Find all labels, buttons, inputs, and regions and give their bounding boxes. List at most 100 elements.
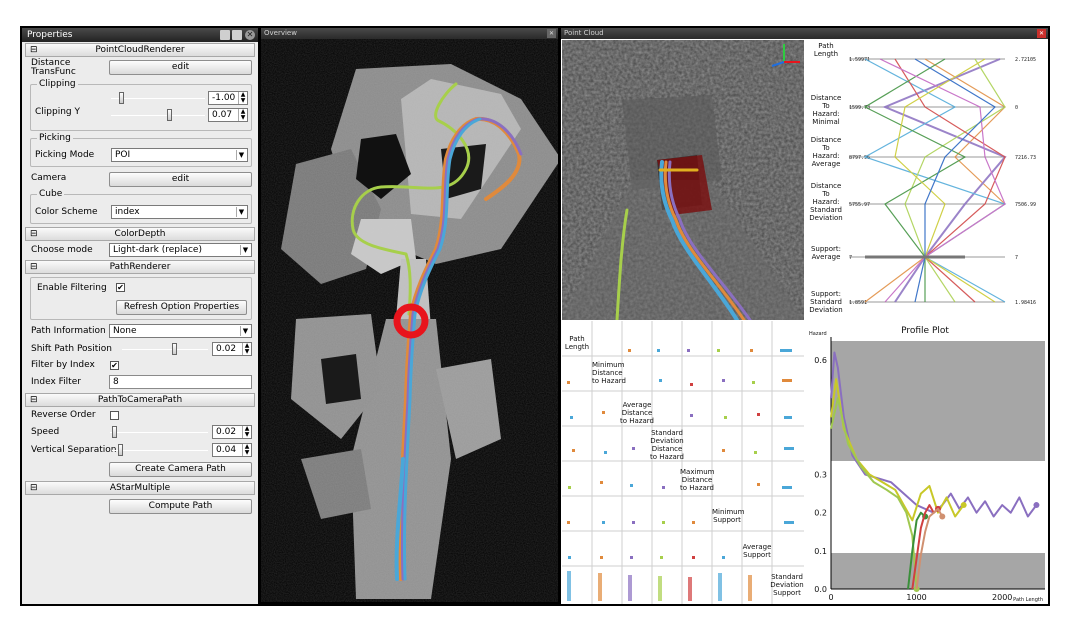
slider-handle[interactable] (119, 92, 124, 104)
color-scheme-select[interactable]: index ▼ (111, 205, 248, 219)
compute-path-button[interactable]: Compute Path (109, 499, 252, 514)
speed-spinbox[interactable]: 0.02 ▲ ▼ (212, 425, 252, 439)
filtering-box-wrap: Enable Filtering ✔ Refresh Option Proper… (22, 274, 258, 322)
picking-mode-label: Picking Mode (35, 150, 95, 160)
close-icon[interactable]: ✕ (1037, 29, 1046, 38)
chevron-down-icon[interactable]: ▼ (236, 207, 246, 217)
filter-index-row: Filter by Index ✔ (22, 358, 258, 374)
section-astarmultiple[interactable]: ⊟ AStarMultiple (25, 481, 255, 495)
pc-min-4: 7 (849, 255, 852, 261)
y-tick-label: 0.2 (814, 509, 827, 518)
scatter-label-6: Average Support (742, 543, 772, 559)
chevron-down-icon[interactable]: ▼ (240, 326, 250, 336)
distance-transfunc-row: Distance TransFunc edit (22, 57, 258, 79)
y-tick-label: 0.1 (814, 547, 827, 556)
collapse-icon[interactable]: ⊟ (30, 482, 38, 494)
clipping-y-slider-1[interactable] (111, 91, 205, 105)
shift-path-spinbox[interactable]: 0.02 ▲ ▼ (212, 342, 252, 356)
chevron-down-icon[interactable]: ▼ (240, 245, 250, 255)
vertical-sep-row: Vertical Separation 0.04 ▲ ▼ (22, 441, 258, 459)
slider-handle[interactable] (167, 109, 172, 121)
index-filter-row: Index Filter 8 (22, 374, 258, 392)
pc-max-1: 0 (1015, 105, 1018, 111)
picking-mode-select[interactable]: POI ▼ (111, 148, 248, 162)
spin-value: 0.07 (212, 110, 233, 120)
spin-arrows-icon[interactable]: ▲ ▼ (242, 343, 251, 355)
spin-arrows-icon[interactable]: ▲ ▼ (242, 444, 251, 456)
select-value: POI (115, 150, 131, 160)
profile-plot[interactable]: Profile Plot Hazard Path Length 0.0 0.1 0.… (805, 321, 1047, 604)
section-pathrenderer[interactable]: ⊟ PathRenderer (25, 260, 255, 274)
color-scheme-label: Color Scheme (35, 207, 98, 217)
overview-map[interactable] (261, 39, 558, 602)
path-information-row: Path Information None ▼ (22, 322, 258, 340)
distance-transfunc-edit-button[interactable]: edit (109, 60, 252, 75)
section-pointcloudrenderer[interactable]: ⊟ PointCloudRenderer (25, 43, 255, 57)
point-cloud-3d-view[interactable] (562, 40, 804, 320)
overview-title: Overview (264, 29, 297, 37)
scatter-label-0: Path Length (564, 335, 590, 351)
speed-slider[interactable] (110, 425, 208, 439)
speed-label: Speed (31, 427, 60, 437)
chevron-down-icon[interactable]: ▼ (236, 150, 246, 160)
properties-panel: Properties ✕ ⊟ PointCloudRenderer Distan… (22, 28, 258, 604)
y-tick-labels: 0.0 0.1 0.2 0.3 0.6 (814, 356, 827, 594)
y-tick-label: 0.3 (814, 471, 827, 480)
select-value: index (115, 207, 140, 217)
spin-arrows-icon[interactable]: ▲ ▼ (242, 426, 251, 438)
vertical-sep-slider[interactable] (112, 443, 208, 457)
slider-handle[interactable] (118, 444, 123, 456)
collapse-icon[interactable]: ⊟ (30, 44, 38, 56)
collapse-icon[interactable]: ⊟ (30, 394, 38, 406)
cube-group: Cube Color Scheme index ▼ (30, 189, 252, 224)
minimize-icon[interactable] (220, 30, 230, 40)
profile-series-end-point (939, 513, 946, 520)
select-value: None (113, 326, 137, 336)
compute-path-row: Compute Path (22, 495, 258, 517)
choose-mode-select[interactable]: Light-dark (replace) ▼ (109, 243, 252, 257)
pc-min-3: 5755.97 (849, 202, 870, 208)
point-cloud-title: Point Cloud (564, 29, 604, 37)
section-title: AStarMultiple (109, 483, 171, 493)
clipping-y-slider-2[interactable] (111, 108, 205, 122)
enable-filtering-label: Enable Filtering (37, 283, 107, 293)
reverse-order-checkbox[interactable] (110, 411, 119, 420)
section-colordepth[interactable]: ⊟ ColorDepth (25, 227, 255, 241)
enable-filtering-checkbox[interactable]: ✔ (116, 283, 125, 292)
path-information-select[interactable]: None ▼ (109, 324, 252, 338)
clipping-y-spinbox-2[interactable]: 0.07 ▲ ▼ (208, 108, 248, 122)
reverse-order-row: Reverse Order (22, 407, 258, 423)
create-camera-path-button[interactable]: Create Camera Path (109, 462, 252, 477)
x-tick-label: 0 (828, 593, 833, 602)
close-icon[interactable]: ✕ (245, 30, 255, 40)
index-filter-label: Index Filter (31, 377, 81, 387)
clipping-y-label: Clipping Y (35, 107, 80, 117)
properties-titlebar: Properties ✕ (22, 28, 258, 42)
shift-path-slider[interactable] (122, 342, 208, 356)
vertical-sep-spinbox[interactable]: 0.04 ▲ ▼ (212, 443, 252, 457)
clipping-y-spinbox-1[interactable]: -1.00 ▲ ▼ (208, 91, 248, 105)
profile-plot-svg: Profile Plot Hazard Path Length 0.00.10.… (809, 326, 1045, 603)
picking-group-title: Picking (37, 133, 73, 143)
section-title: PathToCameraPath (97, 395, 183, 405)
camera-edit-button[interactable]: edit (109, 172, 252, 187)
index-filter-input[interactable]: 8 (109, 375, 252, 389)
collapse-icon[interactable]: ⊟ (30, 228, 38, 240)
properties-title: Properties (27, 30, 73, 40)
refresh-options-button[interactable]: Refresh Option Properties (116, 300, 247, 315)
spin-arrows-icon[interactable]: ▲ ▼ (238, 92, 247, 104)
spin-arrows-icon[interactable]: ▲ ▼ (238, 109, 247, 121)
close-icon[interactable]: ✕ (547, 29, 556, 38)
overview-view[interactable]: Overview ✕ (261, 28, 558, 602)
cube-group-title: Cube (37, 189, 65, 199)
parallel-coordinates-plot[interactable]: Path Length Distance To Hazard: Minimal … (805, 40, 1047, 320)
pc-max-5: 1.98416 (1015, 300, 1036, 306)
slider-handle[interactable] (112, 426, 117, 438)
maximize-icon[interactable] (232, 30, 242, 40)
profile-series-end-point (1033, 502, 1040, 509)
collapse-icon[interactable]: ⊟ (30, 261, 38, 273)
filter-by-index-checkbox[interactable]: ✔ (110, 361, 119, 370)
section-pathtocamerapath[interactable]: ⊟ PathToCameraPath (25, 393, 255, 407)
slider-handle[interactable] (172, 343, 177, 355)
scatterplot-matrix[interactable]: Path Length Minimum Distance to Hazard A… (562, 321, 804, 604)
